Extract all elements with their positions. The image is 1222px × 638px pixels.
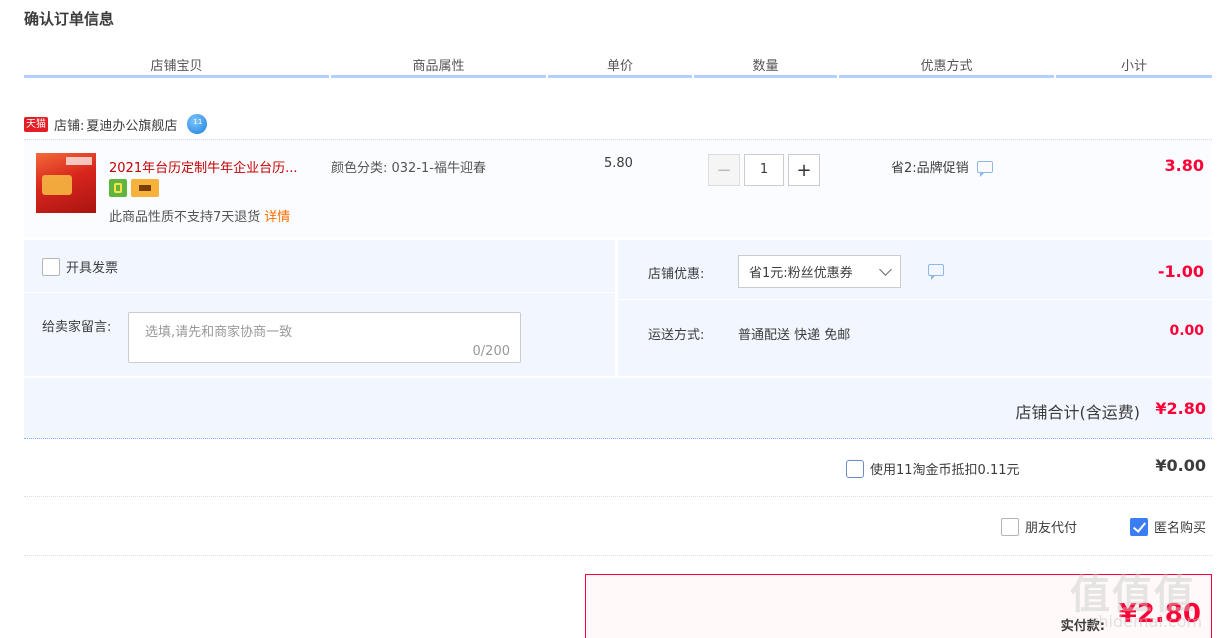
return-policy-note: 此商品性质不支持7天退货 详情 (109, 206, 290, 225)
quantity-increase-button[interactable]: + (788, 154, 820, 186)
detail-link[interactable]: 详情 (264, 210, 290, 225)
anonymous-purchase-option[interactable]: 匿名购买 (1130, 517, 1206, 536)
column-header-discount: 优惠方式 (839, 52, 1054, 78)
watermark-url: zhidemai.com (1090, 612, 1203, 631)
shop-discount-panel: 店铺优惠: 省1元:粉丝优惠券 -1.00 运送方式: 普通配送 快递 免邮 0… (618, 240, 1212, 376)
product-thumbnail[interactable] (36, 153, 96, 213)
order-item: 2021年台历定制牛年企业台历... 此商品性质不支持7天退货 详情 颜色分类: … (24, 139, 1212, 237)
quantity-stepper: − 1 + (708, 154, 820, 186)
guarantee-icon[interactable] (109, 179, 127, 197)
friend-pay-checkbox[interactable] (1001, 517, 1019, 536)
column-header-subtotal: 小计 (1056, 52, 1212, 78)
divider (24, 555, 1212, 556)
shipping-method: 普通配送 快递 免邮 (738, 328, 851, 343)
divider (24, 496, 1212, 497)
item-subtotal: 3.80 (1164, 156, 1204, 175)
unit-price: 5.80 (604, 156, 633, 171)
order-options-panel: 开具发票 给卖家留言: 选填,请先和商家协商一致 0/200 (24, 240, 615, 376)
taobao-coins-option[interactable]: 使用11淘金币抵扣0.11元 (846, 459, 1020, 478)
shop-coupon-row: 店铺优惠: 省1元:粉丝优惠券 -1.00 (618, 240, 1212, 300)
column-header: 店铺宝贝 商品属性 单价 数量 优惠方式 小计 (24, 52, 1212, 78)
promotion-text: 省2:品牌促销 (891, 161, 969, 176)
promotion-info-icon[interactable] (976, 160, 993, 177)
message-char-count: 0/200 (472, 344, 510, 359)
invoice-option[interactable]: 开具发票 (42, 257, 118, 276)
coupon-info-icon[interactable] (928, 264, 944, 280)
invoice-row: 开具发票 (24, 240, 615, 293)
tmall-badge-icon: 天猫 (24, 116, 48, 132)
shipping-amount: 0.00 (1169, 323, 1204, 339)
seller-message-input[interactable]: 选填,请先和商家协商一致 0/200 (128, 312, 521, 363)
return-policy-text: 此商品性质不支持7天退货 (109, 210, 261, 225)
shop-coupon-select[interactable]: 省1元:粉丝优惠券 (738, 255, 901, 288)
product-attribute: 颜色分类: 032-1-福牛迎春 (331, 161, 486, 176)
wangwang-chat-icon[interactable] (187, 114, 208, 134)
chevron-down-icon (879, 263, 892, 276)
seller-message-label: 给卖家留言: (42, 320, 112, 335)
service-icons (109, 179, 159, 197)
column-header-unit-price: 单价 (548, 52, 692, 78)
invoice-label: 开具发票 (66, 261, 119, 276)
shipping-label: 运送方式: (648, 328, 705, 343)
friend-pay-option[interactable]: 朋友代付 (1001, 517, 1077, 536)
friend-pay-label: 朋友代付 (1025, 521, 1078, 536)
column-header-shop-item: 店铺宝贝 (24, 52, 329, 78)
coins-label: 使用11淘金币抵扣0.11元 (870, 463, 1020, 478)
shop-total-row: 店铺合计(含运费) ¥2.80 (24, 378, 1212, 439)
shop-coupon-label: 店铺优惠: (648, 267, 705, 282)
product-title-link[interactable]: 2021年台历定制牛年企业台历... (109, 157, 324, 176)
shop-row: 天猫 店铺: 夏迪办公旗舰店 (24, 112, 208, 136)
quantity-input[interactable]: 1 (744, 154, 784, 186)
coins-deduction-value: ¥0.00 (1155, 456, 1206, 475)
coins-checkbox[interactable] (846, 459, 864, 478)
anonymous-purchase-checkbox[interactable] (1130, 517, 1148, 536)
shop-coupon-value: 省1元:粉丝优惠券 (749, 266, 853, 281)
credit-card-icon[interactable] (131, 179, 159, 197)
shop-coupon-amount: -1.00 (1157, 262, 1204, 281)
invoice-checkbox[interactable] (42, 257, 60, 276)
item-promotion: 省2:品牌促销 (891, 157, 993, 177)
page-title: 确认订单信息 (24, 10, 115, 28)
shop-label: 店铺: (54, 118, 85, 134)
shop-total-value: ¥2.80 (1155, 399, 1206, 418)
quantity-decrease-button[interactable]: − (708, 154, 740, 186)
seller-message-placeholder: 选填,请先和商家协商一致 (145, 325, 293, 340)
shop-total-label: 店铺合计(含运费) (1015, 403, 1141, 422)
column-header-attributes: 商品属性 (331, 52, 546, 78)
anonymous-purchase-label: 匿名购买 (1154, 521, 1207, 536)
column-header-quantity: 数量 (694, 52, 837, 78)
shop-name-link[interactable]: 夏迪办公旗舰店 (86, 115, 177, 134)
